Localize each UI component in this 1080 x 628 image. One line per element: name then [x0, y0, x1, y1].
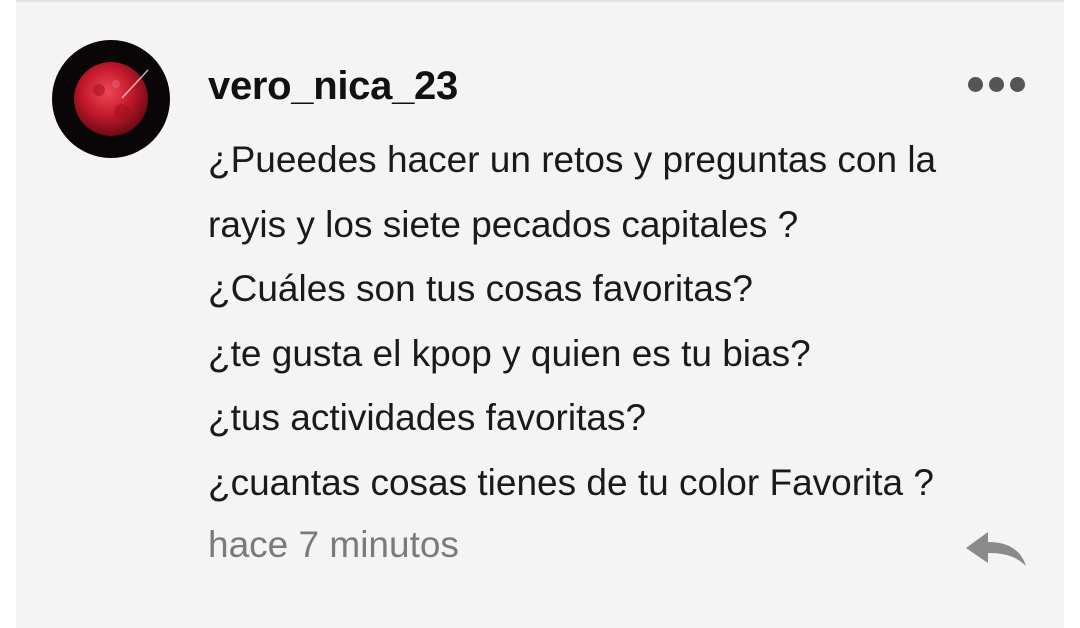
red-moon-avatar-icon	[52, 40, 170, 158]
reply-arrow-icon	[966, 532, 1026, 566]
more-options-button[interactable]	[960, 66, 1032, 102]
comment-line: ¿cuantas cosas tienes de tu color Favori…	[208, 461, 934, 503]
comment-line: ¿Cuáles son tus cosas favoritas?	[208, 268, 753, 310]
comment-text: ¿Pueedes hacer un retos y preguntas con …	[208, 128, 1058, 516]
username[interactable]: vero_nica_23	[208, 64, 458, 109]
comment-line: ¿Pueedes hacer un retos y preguntas con …	[208, 139, 937, 180]
comment-line: ¿tus actividades favoritas?	[208, 397, 647, 439]
avatar[interactable]	[52, 40, 170, 158]
comment-card: vero_nica_23 ¿Pueedes hacer un retos y p…	[16, 0, 1064, 628]
more-dots-icon	[1009, 76, 1025, 92]
comment-line: rayis y los siete pecados capitales ?	[208, 203, 799, 245]
comment-line: ¿te gusta el kpop y quien es tu bias?	[208, 332, 811, 374]
reply-button[interactable]	[962, 526, 1032, 574]
more-dots-icon	[988, 76, 1004, 92]
more-dots-icon	[967, 76, 983, 92]
timestamp: hace 7 minutos	[208, 524, 459, 565]
